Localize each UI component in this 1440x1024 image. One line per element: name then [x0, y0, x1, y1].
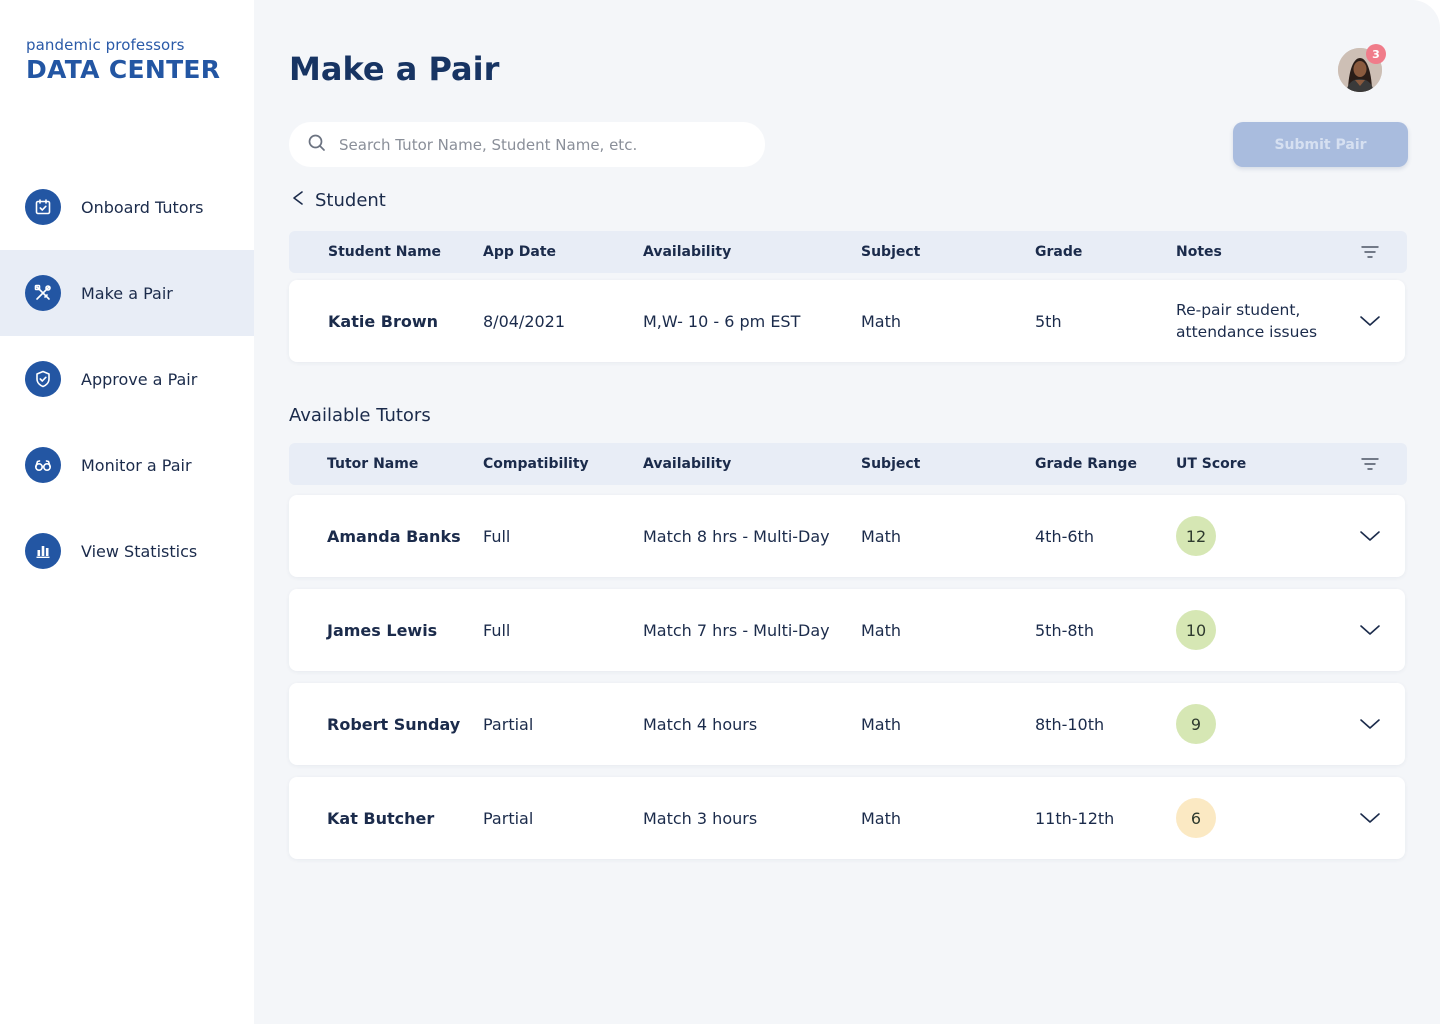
ut-score-badge: 6	[1176, 798, 1216, 838]
compatibility: Full	[483, 620, 511, 640]
chevron-down-icon[interactable]	[1359, 683, 1381, 765]
sidebar-item-label: Onboard Tutors	[81, 197, 204, 217]
availability: Match 8 hrs - Multi-Day	[643, 526, 830, 546]
column-header-ut-score[interactable]: UT Score	[1176, 443, 1246, 485]
shield-check-icon	[25, 361, 61, 397]
ut-score-badge: 9	[1176, 704, 1216, 744]
sidebar-item-label: Make a Pair	[81, 283, 173, 303]
tutor-row[interactable]: Robert Sunday Partial Match 4 hours Math…	[289, 683, 1405, 765]
grade-range: 5th-8th	[1035, 620, 1094, 640]
availability: Match 4 hours	[643, 714, 758, 734]
sidebar-item-label: Approve a Pair	[81, 369, 198, 389]
ut-score-cell: 6	[1176, 777, 1216, 859]
availability: M,W- 10 - 6 pm EST	[643, 311, 801, 331]
sidebar-item-make-a-pair[interactable]: Make a Pair	[0, 250, 254, 336]
column-header-subject[interactable]: Subject	[861, 231, 920, 273]
grade-range: 11th-12th	[1035, 808, 1115, 828]
filter-icon[interactable]	[1361, 245, 1379, 263]
user-avatar-button[interactable]: 3	[1338, 44, 1386, 92]
sidebar-item-label: Monitor a Pair	[81, 455, 192, 475]
calendar-check-icon	[25, 189, 61, 225]
grade-range: 4th-6th	[1035, 526, 1094, 546]
subject: Math	[861, 526, 902, 546]
search-icon	[307, 133, 327, 157]
student-table-header: Student Name App Date Availability Subje…	[289, 231, 1407, 273]
tutor-row[interactable]: James Lewis Full Match 7 hrs - Multi-Day…	[289, 589, 1405, 671]
sidebar-item-onboard-tutors[interactable]: Onboard Tutors	[0, 164, 254, 250]
tutor-name: Kat Butcher	[327, 808, 435, 828]
glasses-icon	[25, 447, 61, 483]
brand-logo: pandemic professors DATA CENTER	[26, 36, 220, 84]
submit-pair-button[interactable]: Submit Pair	[1233, 122, 1408, 167]
available-tutors-heading: Available Tutors	[289, 405, 431, 426]
notification-badge: 3	[1366, 44, 1386, 64]
sidebar-item-monitor-a-pair[interactable]: Monitor a Pair	[0, 422, 254, 508]
sidebar-nav: Onboard Tutors Make a Pair Approve a Pai…	[0, 164, 254, 594]
subject: Math	[861, 311, 902, 331]
sidebar: pandemic professors DATA CENTER Onboard …	[0, 0, 254, 1024]
ut-score-cell: 10	[1176, 589, 1216, 671]
tutor-name: Amanda Banks	[327, 526, 461, 546]
ut-score-badge: 12	[1176, 516, 1216, 556]
column-header-notes[interactable]: Notes	[1176, 231, 1222, 273]
compatibility: Partial	[483, 714, 534, 734]
app-frame: pandemic professors DATA CENTER Onboard …	[0, 0, 1440, 1024]
subject: Math	[861, 808, 902, 828]
brand-title: DATA CENTER	[26, 55, 221, 84]
column-header-grade-range[interactable]: Grade Range	[1035, 443, 1137, 485]
tutor-name: James Lewis	[327, 620, 438, 640]
chevron-down-icon[interactable]	[1359, 777, 1381, 859]
availability: Match 3 hours	[643, 808, 758, 828]
sidebar-item-label: View Statistics	[81, 541, 198, 561]
back-label: Student	[315, 190, 386, 211]
column-header-availability[interactable]: Availability	[643, 231, 731, 273]
student-row[interactable]: Katie Brown 8/04/2021 M,W- 10 - 6 pm EST…	[289, 280, 1405, 362]
search-input[interactable]	[339, 135, 719, 154]
back-to-student-link[interactable]: Student	[291, 190, 386, 211]
compatibility: Partial	[483, 808, 534, 828]
app-date: 8/04/2021	[483, 311, 566, 331]
filter-icon[interactable]	[1361, 457, 1379, 475]
brand-subtitle: pandemic professors	[26, 36, 185, 54]
tools-icon	[25, 275, 61, 311]
tutors-table-header: Tutor Name Compatibility Availability Su…	[289, 443, 1407, 485]
subject: Math	[861, 714, 902, 734]
column-header-availability[interactable]: Availability	[643, 443, 731, 485]
sidebar-item-view-statistics[interactable]: View Statistics	[0, 508, 254, 594]
column-header-tutor-name[interactable]: Tutor Name	[327, 443, 418, 485]
ut-score-badge: 10	[1176, 610, 1216, 650]
search-bar[interactable]	[289, 122, 765, 167]
column-header-compatibility[interactable]: Compatibility	[483, 443, 589, 485]
student-name: Katie Brown	[328, 311, 438, 331]
column-header-app-date[interactable]: App Date	[483, 231, 556, 273]
tutor-row[interactable]: Amanda Banks Full Match 8 hrs - Multi-Da…	[289, 495, 1405, 577]
grade-range: 8th-10th	[1035, 714, 1105, 734]
chevron-down-icon[interactable]	[1359, 589, 1381, 671]
tutor-name: Robert Sunday	[327, 714, 461, 734]
sidebar-item-approve-a-pair[interactable]: Approve a Pair	[0, 336, 254, 422]
compatibility: Full	[483, 526, 511, 546]
tutor-row[interactable]: Kat Butcher Partial Match 3 hours Math 1…	[289, 777, 1405, 859]
column-header-grade[interactable]: Grade	[1035, 231, 1082, 273]
ut-score-cell: 12	[1176, 495, 1216, 577]
bar-chart-icon	[25, 533, 61, 569]
notes: Re-pair student, attendance issues	[1176, 301, 1318, 341]
chevron-down-icon[interactable]	[1359, 280, 1381, 362]
ut-score-cell: 9	[1176, 683, 1216, 765]
subject: Math	[861, 620, 902, 640]
chevron-down-icon[interactable]	[1359, 495, 1381, 577]
chevron-left-icon	[291, 190, 305, 211]
grade: 5th	[1035, 311, 1062, 331]
column-header-subject[interactable]: Subject	[861, 443, 920, 485]
availability: Match 7 hrs - Multi-Day	[643, 620, 830, 640]
page-title: Make a Pair	[289, 50, 500, 88]
column-header-student-name[interactable]: Student Name	[328, 231, 441, 273]
